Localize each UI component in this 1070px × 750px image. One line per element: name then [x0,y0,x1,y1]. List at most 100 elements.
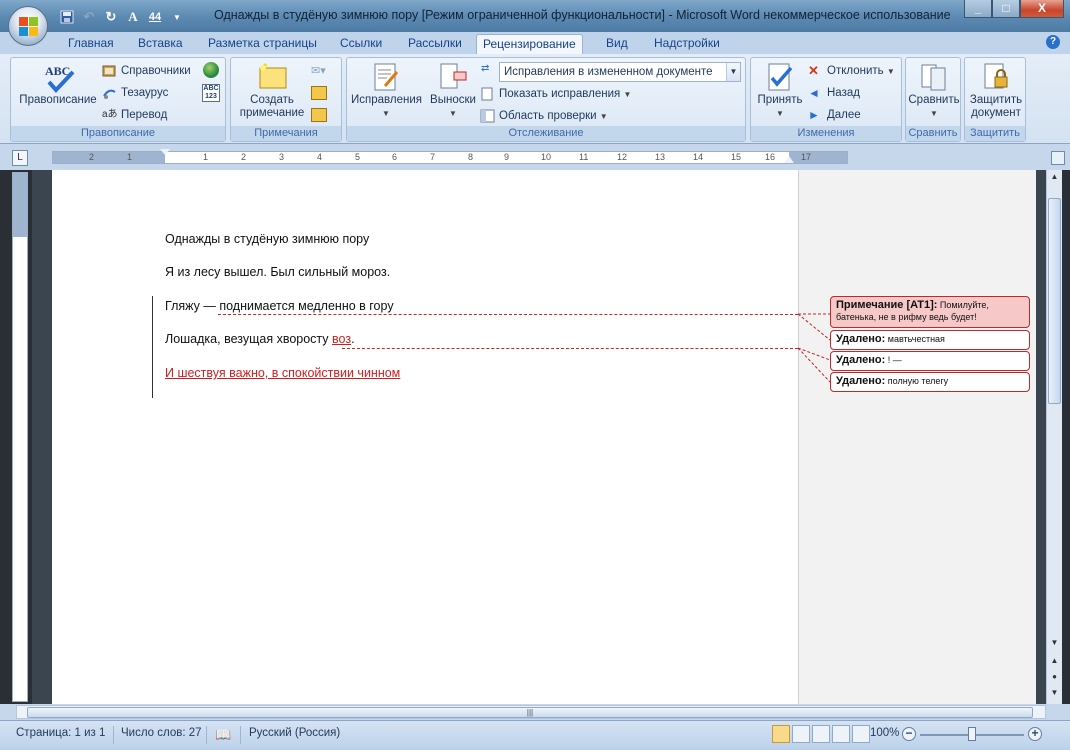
vertical-ruler[interactable] [12,172,28,702]
title-bar: ↶ ↻ A 44 ▼ Однажды в студёную зимнюю пор… [0,0,1070,32]
deletion-balloon[interactable]: Удалено: ! — [830,351,1030,371]
protect-document-button[interactable]: Защитить документ [967,62,1025,120]
poem-line-4-text: Лошадка, везущая хворосту [165,332,329,346]
zoom-slider-thumb[interactable] [968,727,976,741]
right-indent-marker-icon[interactable] [784,156,794,163]
proofing-status-icon[interactable]: 📖 [215,727,233,743]
redo-icon[interactable]: ↻ [102,8,120,26]
zoom-level[interactable]: 100% [870,727,899,739]
delete-comment-icon[interactable]: ✉▾ [311,64,333,80]
translate-button[interactable]: aあ Перевод [101,106,167,124]
tab-home[interactable]: Главная [62,34,120,54]
balloons-button[interactable]: Выноски ▼ [425,62,481,120]
previous-change-button[interactable]: ◄ Назад [807,84,860,102]
show-markup-button[interactable]: Показать исправления ▼ [479,85,631,103]
horizontal-scrollbar[interactable]: ||| [0,704,1070,720]
tab-insert[interactable]: Вставка [132,34,189,54]
ruler-number: 1 [203,152,209,162]
deletion-balloon[interactable]: Удалено: полную телегу [830,372,1030,392]
spelling-qat-icon[interactable]: 44 [146,8,164,26]
full-screen-reading-view-icon[interactable] [792,725,810,743]
help-icon[interactable]: ? [1046,35,1060,49]
inserted-word: воз [332,332,352,346]
spelling-button[interactable]: ABC Правописание [15,62,101,107]
tab-page-layout[interactable]: Разметка страницы [202,34,323,54]
ruler-number: 4 [317,152,323,162]
save-icon[interactable] [58,8,76,26]
horizontal-scroll-track[interactable]: ||| [16,705,1046,719]
poem-line-5-inserted[interactable]: И шествуя важно, в спокойствии чинном [165,366,400,380]
track-changes-button[interactable]: Исправления ▼ [351,62,422,120]
deletion-balloon[interactable]: Удалено: мавтьчестная [830,330,1030,350]
customize-qat-chevron-icon[interactable]: ▼ [168,8,186,26]
reviewing-pane-button[interactable]: Область проверки ▼ [479,107,608,125]
vertical-scrollbar[interactable]: ▲ ▼ ▲ ● ▼ [1046,170,1062,704]
ribbon: ABC Правописание Справочники Тезаурус aあ… [0,54,1070,144]
view-ruler-icon[interactable] [1051,151,1065,165]
vertical-scroll-thumb[interactable] [1048,198,1061,404]
print-layout-view-icon[interactable] [772,725,790,743]
scroll-up-icon[interactable]: ▲ [1048,170,1061,183]
status-word-count[interactable]: Число слов: 27 [121,727,202,739]
deletion-balloon-kind: Удалено: [836,354,886,366]
minimize-button[interactable]: _ [964,0,992,18]
zoom-in-icon[interactable]: + [1028,727,1042,741]
outline-view-icon[interactable] [832,725,850,743]
research-button[interactable]: Справочники [101,62,191,80]
horizontal-scroll-thumb[interactable]: ||| [27,707,1033,718]
previous-change-label: Назад [827,87,860,99]
web-layout-view-icon[interactable] [812,725,830,743]
zoom-out-icon[interactable]: − [902,727,916,741]
tab-mailings[interactable]: Рассылки [402,34,468,54]
research-label: Справочники [121,65,191,77]
status-page[interactable]: Страница: 1 из 1 [16,727,105,739]
track-changes-label: Исправления [351,94,422,106]
new-comment-button[interactable]: Создать примечание [235,62,309,120]
group-compare: Сравнить ▼ Сравнить [905,57,961,142]
next-comment-icon[interactable] [311,108,327,122]
previous-comment-icon[interactable] [311,86,327,100]
show-markup-label: Показать исправления [499,88,621,100]
browse-object-icon[interactable]: ● [1048,670,1061,683]
scroll-down-icon[interactable]: ▼ [1048,636,1061,649]
poem-line-3[interactable]: Гляжу — поднимается медленно в гору [165,299,394,313]
status-language[interactable]: Русский (Россия) [249,727,340,739]
group-compare-label: Сравнить [906,126,960,141]
document-page[interactable]: Однажды в студёную зимнюю пору Я из лесу… [52,170,798,704]
indent-marker-icon[interactable] [160,149,170,155]
office-button[interactable] [8,6,48,46]
poem-line-4[interactable]: Лошадка, везущая хворосту воз. [165,332,355,346]
leader-line-deletion [342,348,798,349]
language-globe-icon[interactable] [203,62,219,78]
tab-addins[interactable]: Надстройки [648,34,726,54]
undo-icon[interactable]: ↶ [80,8,98,26]
reject-button[interactable]: ✕ Отклонить ▼ [807,62,895,80]
compare-button[interactable]: Сравнить ▼ [908,62,960,120]
poem-line-1[interactable]: Однажды в студёную зимнюю пору [165,232,369,246]
previous-page-icon[interactable]: ▲ [1048,654,1061,667]
reject-icon: ✕ [808,63,819,78]
tab-references[interactable]: Ссылки [334,34,388,54]
ruler-number: 6 [392,152,398,162]
tab-selector-icon[interactable]: L [12,150,28,166]
status-separator [240,726,241,744]
next-change-button[interactable]: ► Далее [807,106,861,124]
font-icon[interactable]: A [124,8,142,26]
word-count-icon[interactable]: ABC 123 [202,84,220,102]
tab-view[interactable]: Вид [600,34,634,54]
accept-button[interactable]: Принять ▼ [753,62,807,120]
document-canvas: Однажды в студёную зимнюю пору Я из лесу… [32,170,1046,704]
thesaurus-button[interactable]: Тезаурус [101,84,168,102]
display-for-review-select[interactable]: Исправления в измененном документе ▼ [499,62,741,82]
next-page-icon[interactable]: ▼ [1048,686,1061,699]
change-bar [152,296,153,398]
tab-review[interactable]: Рецензирование [476,34,583,55]
poem-line-2[interactable]: Я из лесу вышел. Был сильный мороз. [165,265,390,279]
accept-label: Принять [757,94,803,106]
comment-balloon[interactable]: Примечание [AT1]: Помилуйте, батенька, н… [830,296,1030,328]
next-change-icon: ► [808,108,820,122]
maximize-button[interactable]: □ [992,0,1020,18]
draft-view-icon[interactable] [852,725,870,743]
close-button[interactable]: X [1020,0,1064,18]
horizontal-ruler[interactable]: 2 1 1 2 3 4 5 6 7 8 9 10 11 12 13 14 15 … [52,149,848,164]
